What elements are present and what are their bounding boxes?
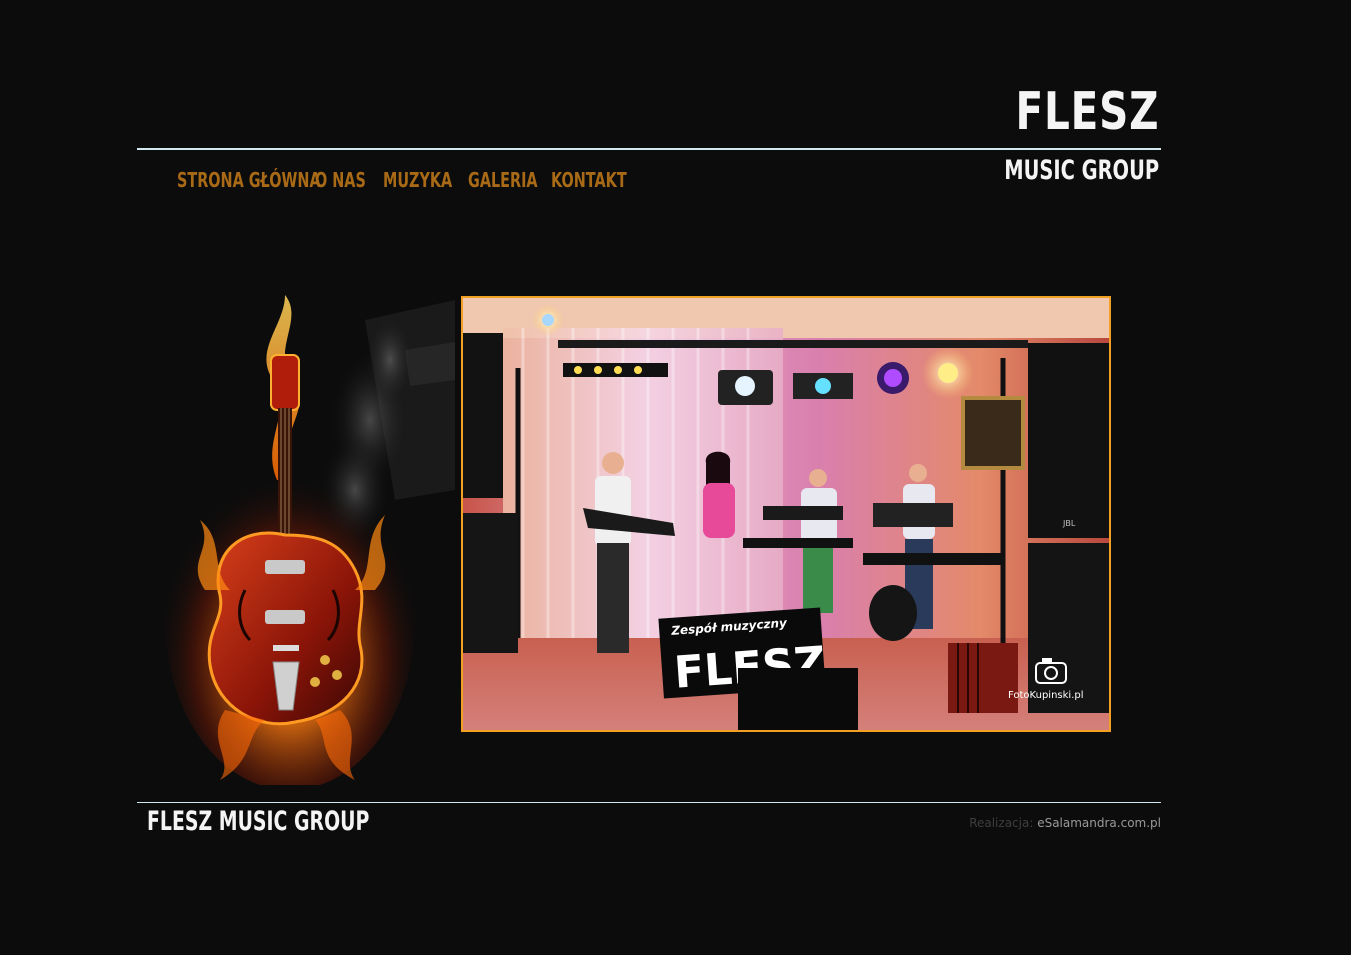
brand-subtitle: MUSIC GROUP bbox=[1004, 155, 1159, 186]
footer-title: FLESZ MUSIC GROUP bbox=[147, 806, 370, 837]
footer-divider bbox=[137, 802, 1161, 803]
nav-item-strona-glowna[interactable]: STRONA GŁÓWNA bbox=[177, 170, 321, 190]
flaming-guitar-image bbox=[165, 290, 455, 785]
svg-text:JBL: JBL bbox=[1062, 519, 1076, 528]
nav-item-o-nas[interactable]: O NAS bbox=[315, 170, 366, 190]
nav-item-galeria[interactable]: GALERIA bbox=[468, 170, 538, 190]
credit-label: Realizacja: bbox=[969, 816, 1038, 830]
band-photo[interactable]: JBL Zespół muzyczny FLESZ FotoKupinski.p… bbox=[461, 296, 1111, 732]
brand-title[interactable]: FLESZ bbox=[1015, 86, 1159, 138]
credit-link[interactable]: eSalamandra.com.pl bbox=[1037, 816, 1161, 830]
nav-item-muzyka[interactable]: MUZYKA bbox=[383, 170, 452, 190]
main-nav: STRONA GŁÓWNA O NAS MUZYKA GALERIA KONTA… bbox=[177, 170, 627, 190]
header-divider bbox=[137, 148, 1161, 150]
nav-item-kontakt[interactable]: KONTAKT bbox=[551, 170, 627, 190]
page: FLESZ MUSIC GROUP STRONA GŁÓWNA O NAS MU… bbox=[0, 0, 1351, 955]
photo-watermark: FotoKupinski.pl bbox=[1008, 690, 1084, 701]
credit: Realizacja: eSalamandra.com.pl bbox=[969, 816, 1161, 830]
